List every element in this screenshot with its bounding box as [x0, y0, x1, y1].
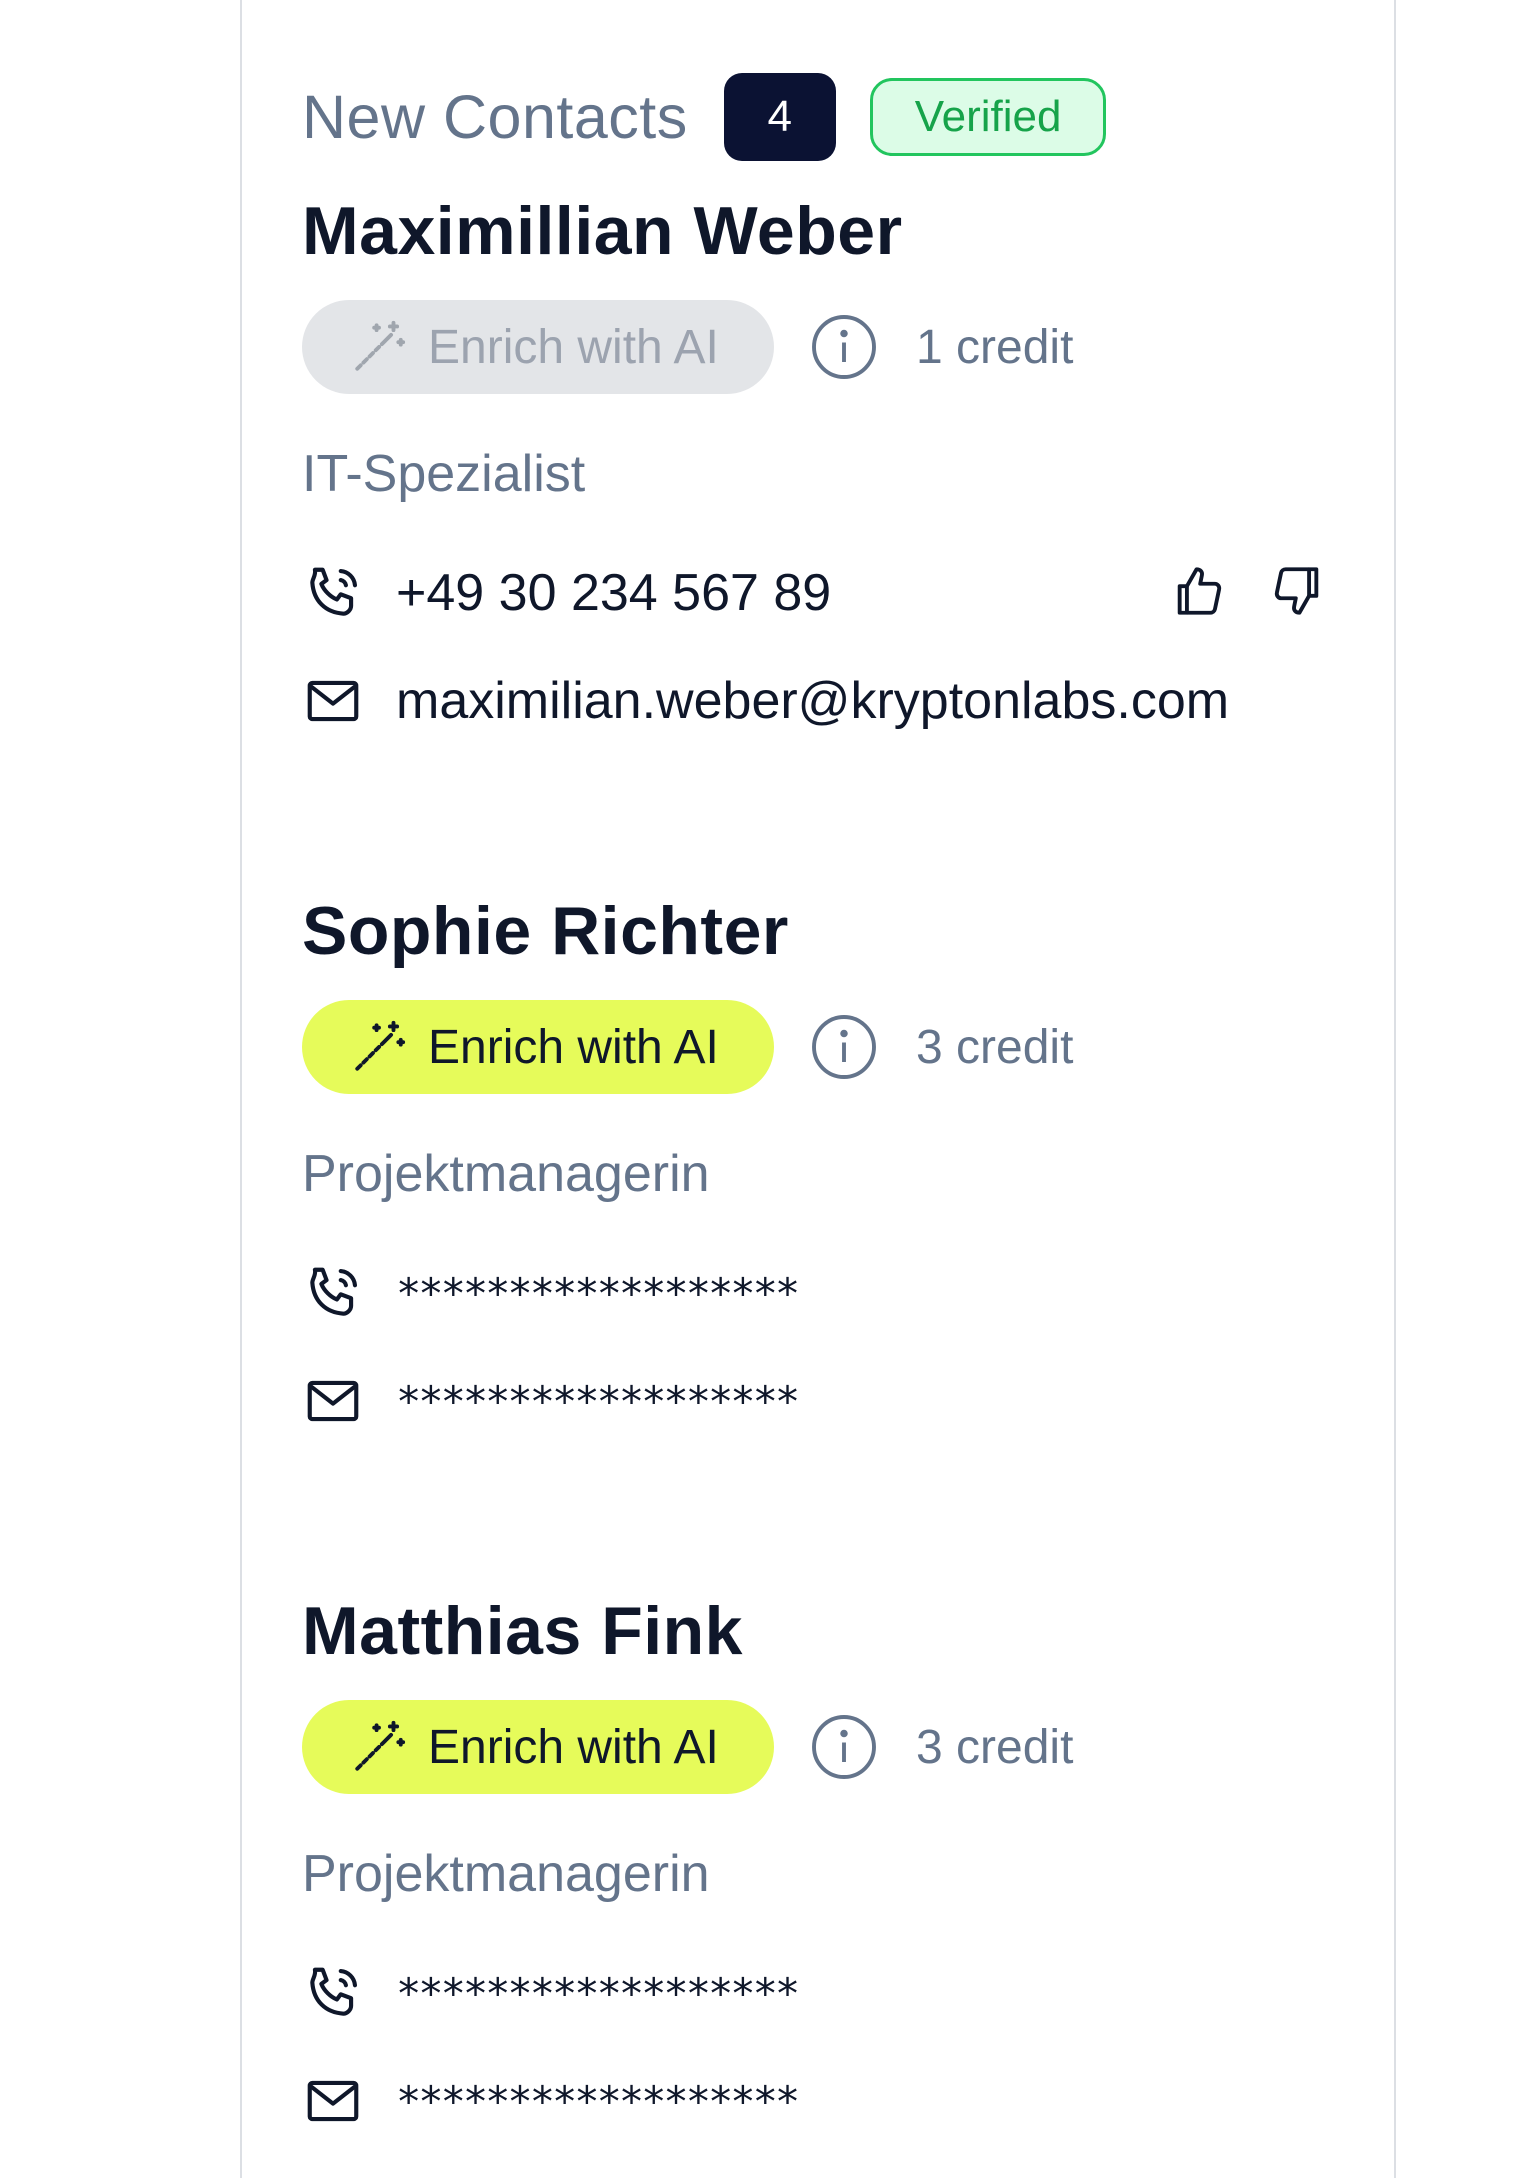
thumbs-down-icon[interactable]	[1268, 562, 1326, 620]
enrich-with-ai-button[interactable]: Enrich with AI	[302, 300, 774, 394]
email-address[interactable]: maximilian.weber@kryptonlabs.com	[396, 671, 1229, 731]
contact-name: Sophie Richter	[302, 893, 789, 969]
contact-name: Matthias Fink	[302, 1593, 743, 1669]
phone-line: +49 30 234 567 89	[302, 558, 1362, 628]
mail-icon	[307, 680, 359, 722]
credit-cost: 3 credit	[916, 1020, 1074, 1074]
phone-line: ******************	[302, 1958, 1362, 2028]
magic-wand-icon	[355, 320, 406, 371]
email-line: ******************	[302, 2066, 1362, 2136]
thumbs-up-icon[interactable]	[1170, 562, 1228, 620]
contact-name: Maximillian Weber	[302, 193, 903, 269]
enrich-button-label: Enrich with AI	[428, 320, 719, 374]
phone-line: ******************	[302, 1258, 1362, 1328]
section-title: New Contacts	[302, 83, 688, 151]
info-icon[interactable]	[808, 1011, 880, 1083]
contact-role: Projektmanagerin	[302, 1845, 710, 1903]
contact-role: Projektmanagerin	[302, 1145, 710, 1203]
email-line: ******************	[302, 1366, 1362, 1436]
enrich-row: Enrich with AI 3 credit	[302, 1000, 1073, 1094]
section-header: New Contacts 4 Verified	[302, 72, 1107, 162]
info-icon[interactable]	[808, 1711, 880, 1783]
feedback-buttons	[1170, 562, 1326, 620]
magic-wand-icon	[355, 1020, 406, 1071]
contact-card: Sophie Richter Enrich with AI 3 credit P…	[302, 886, 1362, 1426]
enrich-with-ai-button[interactable]: Enrich with AI	[302, 1000, 774, 1094]
enrich-button-label: Enrich with AI	[428, 1020, 719, 1074]
phone-icon	[310, 1267, 358, 1316]
contact-role: IT-Spezialist	[302, 445, 586, 503]
count-badge: 4	[723, 73, 836, 161]
contact-card: Maximillian Weber Enrich with AI 1 credi…	[302, 186, 1362, 730]
enrich-row: Enrich with AI 1 credit	[302, 300, 1073, 394]
phone-number-masked: ******************	[396, 1268, 800, 1318]
credit-cost: 3 credit	[916, 1720, 1074, 1774]
phone-number-masked: ******************	[396, 1968, 800, 2018]
info-icon[interactable]	[808, 311, 880, 383]
enrich-row: Enrich with AI 3 credit	[302, 1700, 1073, 1794]
email-address-masked: ******************	[396, 2076, 800, 2126]
credit-cost: 1 credit	[916, 320, 1074, 374]
enrich-button-label: Enrich with AI	[428, 1720, 719, 1774]
phone-icon	[310, 1967, 358, 2016]
email-line: maximilian.weber@kryptonlabs.com	[302, 666, 1362, 736]
enrich-with-ai-button[interactable]: Enrich with AI	[302, 1700, 774, 1794]
email-address-masked: ******************	[396, 1376, 800, 1426]
mail-icon	[307, 1380, 359, 1422]
magic-wand-icon	[355, 1720, 406, 1771]
phone-icon	[310, 567, 358, 616]
mail-icon	[307, 2080, 359, 2122]
phone-number[interactable]: +49 30 234 567 89	[396, 563, 831, 623]
contact-card: Matthias Fink Enrich with AI 3 credit Pr…	[302, 1586, 1362, 2126]
contacts-panel: New Contacts 4 Verified Maximillian Webe…	[240, 0, 1396, 2178]
verified-badge: Verified	[869, 78, 1107, 156]
